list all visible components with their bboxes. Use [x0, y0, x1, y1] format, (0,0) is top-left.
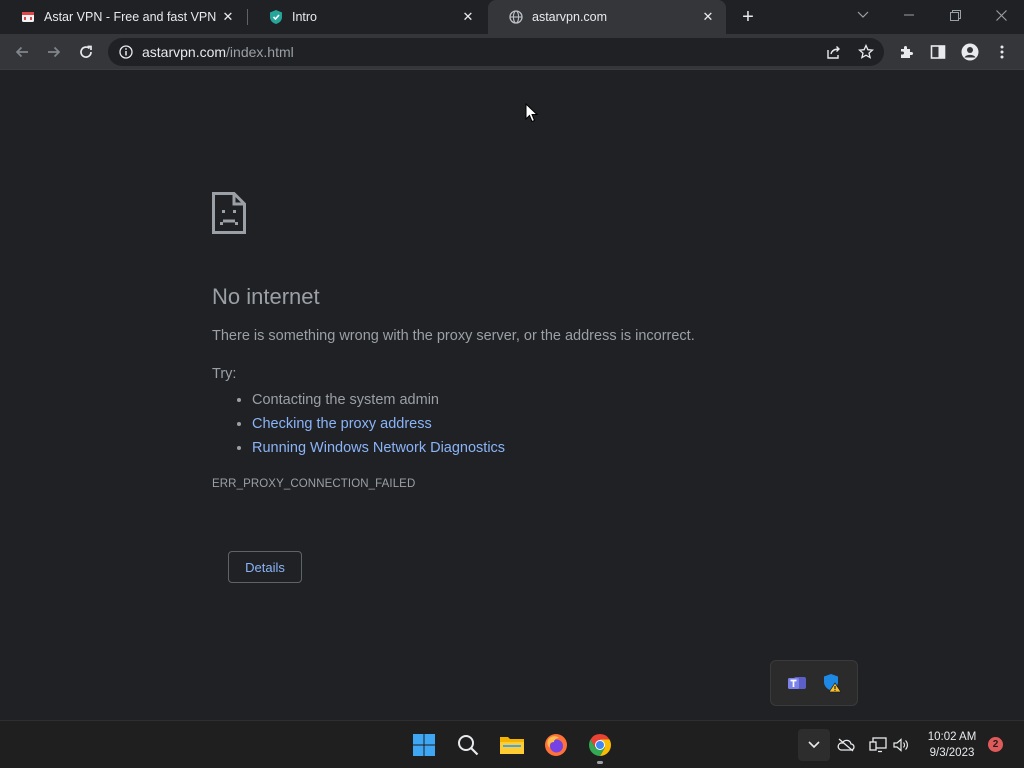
error-code: ERR_PROXY_CONNECTION_FAILED	[212, 478, 416, 491]
details-button[interactable]: Details	[228, 551, 302, 583]
globe-icon	[508, 9, 524, 25]
chrome-icon[interactable]	[584, 729, 616, 764]
tray-overflow-flyout	[770, 660, 858, 706]
windows-taskbar: 10:02 AM 9/3/2023	[0, 720, 1024, 768]
defender-warning-icon[interactable]	[821, 672, 843, 694]
minimize-button[interactable]	[886, 0, 932, 30]
forward-button[interactable]	[40, 38, 68, 66]
notification-badge[interactable]: 2	[988, 737, 1003, 752]
error-description: There is something wrong with the proxy …	[212, 328, 695, 345]
suggestion-item: Checking the proxy address	[252, 412, 812, 436]
volume-icon[interactable]	[892, 721, 910, 768]
clock-time: 10:02 AM	[927, 731, 977, 743]
reload-button[interactable]	[72, 38, 100, 66]
browser-toolbar: astarvpn.com/index.html	[0, 34, 1024, 70]
url-host: astarvpn.com	[142, 44, 227, 60]
active-app-indicator	[597, 761, 603, 764]
url-path: /index.html	[226, 44, 294, 60]
profile-avatar-icon[interactable]	[956, 38, 984, 66]
windows-start-icon[interactable]	[408, 729, 440, 761]
more-menu-icon[interactable]	[988, 38, 1016, 66]
extensions-puzzle-icon[interactable]	[892, 38, 920, 66]
suggestion-item: Contacting the system admin	[252, 388, 812, 412]
side-panel-icon[interactable]	[924, 38, 952, 66]
suggestion-item: Running Windows Network Diagnostics	[252, 436, 812, 460]
teams-icon[interactable]	[786, 672, 808, 694]
tab-astar-vpn[interactable]: Astar VPN - Free and fast VPN fo ✕	[0, 0, 246, 34]
sad-page-icon	[212, 192, 246, 234]
restore-button[interactable]	[932, 0, 978, 30]
network-icon[interactable]	[868, 721, 888, 768]
error-title: No internet	[212, 284, 320, 309]
error-page: No internet There is something wrong wit…	[212, 192, 812, 490]
astar-vpn-favicon	[20, 9, 36, 25]
tab-close-icon[interactable]: ✕	[460, 9, 476, 25]
tab-close-icon[interactable]: ✕	[220, 9, 236, 25]
shield-favicon	[268, 9, 284, 25]
share-icon[interactable]	[820, 38, 848, 66]
show-hidden-icons-button[interactable]	[798, 729, 830, 761]
clock-date: 9/3/2023	[929, 747, 975, 759]
tab-title: astarvpn.com	[532, 10, 608, 24]
site-info-icon[interactable]	[118, 44, 134, 60]
address-bar[interactable]: astarvpn.com/index.html	[108, 38, 884, 66]
tab-title: Intro	[292, 10, 318, 24]
back-button[interactable]	[8, 38, 36, 66]
tab-astarvpn-active[interactable]: astarvpn.com ✕	[488, 0, 726, 34]
tab-close-icon[interactable]: ✕	[700, 9, 716, 25]
firefox-icon[interactable]	[540, 729, 572, 761]
close-window-button[interactable]	[978, 0, 1024, 30]
tab-intro[interactable]: Intro ✕	[248, 0, 486, 34]
onedrive-offline-icon[interactable]	[836, 721, 856, 768]
check-proxy-link[interactable]: Checking the proxy address	[252, 416, 432, 432]
search-icon[interactable]	[452, 729, 484, 761]
try-label: Try:	[212, 366, 237, 383]
system-clock[interactable]: 10:02 AM 9/3/2023	[918, 729, 986, 761]
tab-title: Astar VPN - Free and fast VPN fo	[44, 10, 220, 24]
tab-search-chevron-icon[interactable]	[840, 0, 886, 30]
new-tab-button[interactable]: +	[736, 5, 760, 29]
tab-strip: Astar VPN - Free and fast VPN fo ✕ Intro…	[0, 0, 1024, 34]
suggestions-list: Contacting the system admin Checking the…	[212, 388, 812, 460]
file-explorer-icon[interactable]	[496, 729, 528, 761]
suggestion-contact-admin: Contacting the system admin	[252, 392, 439, 409]
bookmark-star-icon[interactable]	[852, 38, 880, 66]
network-diagnostics-link[interactable]: Running Windows Network Diagnostics	[252, 440, 505, 456]
mouse-cursor-icon	[525, 103, 539, 123]
